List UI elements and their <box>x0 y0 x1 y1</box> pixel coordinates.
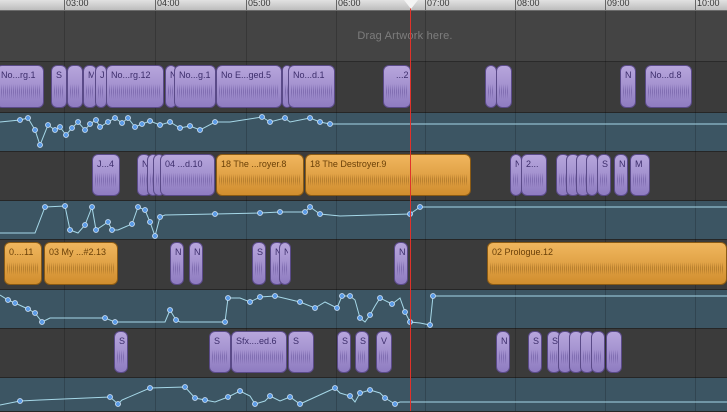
playhead-line[interactable] <box>410 0 411 411</box>
playhead-handle[interactable] <box>404 0 418 9</box>
automation-line-3 <box>0 294 727 326</box>
automation-curves[interactable] <box>0 0 727 411</box>
